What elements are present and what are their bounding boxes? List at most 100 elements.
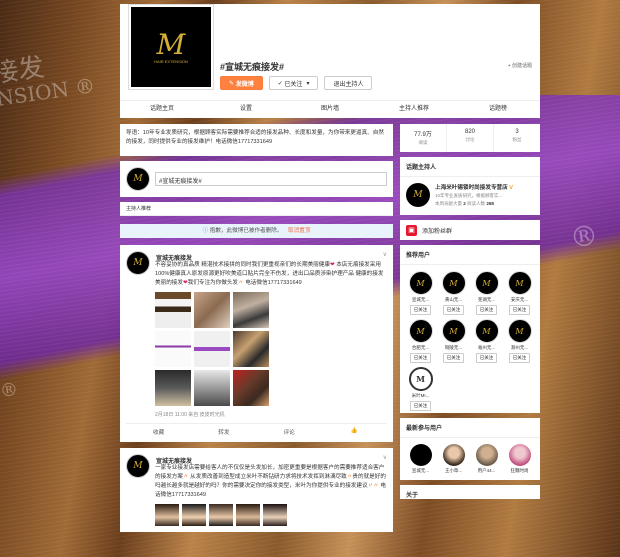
avatar[interactable]: M [474,319,499,343]
recent-user: 狂魏时尚 [508,444,531,474]
avatar[interactable]: M [408,271,433,295]
avatar[interactable]: M [408,367,433,391]
stat-fans: 3 粉丝 [494,124,540,152]
stat-discussions: 820 讨论 [447,124,494,152]
recent-user-name[interactable]: 王小草... [443,468,465,474]
rec-user-name[interactable]: 宣城无... [404,297,437,303]
feed-image[interactable] [236,504,260,526]
rec-user-name[interactable]: 芜湖无... [470,297,503,303]
host-stats-value: 2 [463,201,466,206]
feed-text: 一家专业接发店需要给客人的不仅仅是头发加长，加密更重要是根据客户的需要推荐适合客… [155,464,387,500]
chevron-down-icon[interactable]: ∨ [383,454,387,461]
feed-image[interactable] [233,370,269,406]
host-details: 上海米叶锡锁时尚接发专营店 V 10年专业发质研究，根据顾客实... 本周贡献大… [435,183,513,209]
rec-user: M 合肥无... 已关注 [404,319,437,363]
like-button[interactable]: 👍 [322,428,387,436]
post-weibo-button[interactable]: ✎ 发微博 [220,76,263,90]
rec-user: M 亳州无... 已关注 [470,319,503,363]
follow-button[interactable]: 已关注 [508,353,531,363]
quit-host-button[interactable]: 退出主持人 [324,76,373,90]
avatar[interactable]: M [474,271,499,295]
feed-image[interactable] [233,292,269,328]
avatar[interactable] [508,444,531,466]
chevron-down-icon[interactable]: ∨ [383,251,387,258]
follow-button[interactable]: 已关注 [475,305,498,315]
feed-image[interactable] [194,370,230,406]
about-card: 关于 [400,485,540,499]
feed-image[interactable] [233,331,269,367]
recent-user-name[interactable]: 狂魏时尚 [509,468,531,474]
avatar[interactable] [409,444,432,466]
host-name[interactable]: 上海米叶锡锁时尚接发专营店 V [435,183,513,191]
rec-user-name[interactable]: 滁州无... [503,345,536,351]
feed-images [155,292,387,406]
avatar[interactable]: M [126,167,150,191]
avatar[interactable]: M [441,271,466,295]
avatar[interactable]: M [507,319,532,343]
avatar[interactable]: M [408,319,433,343]
rec-user-name[interactable]: 亳州无... [470,345,503,351]
comment-button[interactable]: 评论 [257,428,322,436]
logo-text: HAIR EXTENSION [154,58,188,64]
stat-value: 3 [515,129,519,135]
rec-user-name[interactable]: 米叶MI... [404,393,437,399]
tab-settings[interactable]: 设置 [204,101,288,118]
follow-button[interactable]: 已关注 [442,353,465,363]
tab-topic-ranking[interactable]: 话题榜 [456,101,540,118]
feed-image[interactable] [263,504,287,526]
avatar[interactable] [475,444,498,466]
feed-image[interactable] [194,331,230,367]
add-fans-group[interactable]: ▣ 添加粉丝群 [400,220,540,240]
tab-topic-home[interactable]: 话题主页 [120,101,204,118]
follow-button[interactable]: 已关注 [409,401,432,411]
logo: M HAIR EXTENSION [131,7,211,87]
follow-button[interactable]: 已关注 [409,305,432,315]
follow-button[interactable]: 已关注 [409,353,432,363]
stat-value: 77.9万 [414,132,432,138]
follow-button[interactable]: ✓ 已关注 ▾ [268,76,319,90]
topic-avatar[interactable]: M HAIR EXTENSION [128,4,214,90]
logo-letter: M [156,27,186,61]
avatar[interactable] [442,444,465,466]
feed-post: M 宣城无痕接发 ∨ 一家专业接发店需要给客人的不仅仅是头发加长，加密更重要是根… [120,448,393,532]
avatar[interactable]: M [126,454,150,478]
feed-image[interactable] [155,331,191,367]
follow-button[interactable]: 已关注 [442,305,465,315]
post-input[interactable]: #宣城无痕接发# [155,172,387,186]
rec-user-name[interactable]: 铜陵无... [437,345,470,351]
feed-image[interactable] [155,504,179,526]
rec-user-name[interactable]: 黄山无... [437,297,470,303]
collect-button[interactable]: 收藏 [126,428,191,436]
feed-post: M 宣城无痕接发 ∨ 不容妥协的真品质 精湛技术接拼的同时我们更重视亲们的长期美… [120,245,393,442]
feed-image[interactable] [209,504,233,526]
avatar[interactable]: M [126,251,150,275]
create-topic-link[interactable]: + 创建话题 [508,62,532,69]
host-title: 话题主持人 [400,157,540,177]
recent-user-name[interactable]: 宣城无... [410,468,432,474]
recent-participants: 最新参与用户 宣城无... 王小草... 用户44... 狂魏时尚 [400,418,540,480]
avatar[interactable]: M [406,183,430,207]
avatar[interactable]: M [441,319,466,343]
recent-user: 宣城无... [409,444,432,474]
avatar[interactable]: M [507,271,532,295]
chevron-down-icon: ▾ [306,80,310,87]
feed-image[interactable] [155,292,191,328]
rec-user: M 宣城无... 已关注 [404,271,437,315]
host-card: 话题主持人 M 上海米叶锡锁时尚接发专营店 V 10年专业发质研究，根据顾客实.… [400,157,540,215]
host-desc: 10年专业发质研究，根据顾客实... [435,193,503,198]
follow-button[interactable]: 已关注 [508,305,531,315]
rec-user: M 滁州无... 已关注 [503,319,536,363]
cancel-pin-link[interactable]: 取消置顶 [288,228,310,234]
forward-button[interactable]: 转发 [191,428,256,436]
tab-photo-wall[interactable]: 图片墙 [288,101,372,118]
feed-image[interactable] [182,504,206,526]
feed-actions: 收藏 转发 评论 👍 [126,423,387,436]
follow-button[interactable]: 已关注 [475,353,498,363]
rec-user-name[interactable]: 安庆无... [503,297,536,303]
recent-user-name[interactable]: 用户44... [476,468,498,474]
tab-host-recommend[interactable]: 主持人推荐 [372,101,456,118]
feed-image[interactable] [155,370,191,406]
feed-image[interactable] [194,292,230,328]
tab-host-recommend-sub[interactable]: 主持人推荐 [120,202,393,216]
rec-user-name[interactable]: 合肥无... [404,345,437,351]
